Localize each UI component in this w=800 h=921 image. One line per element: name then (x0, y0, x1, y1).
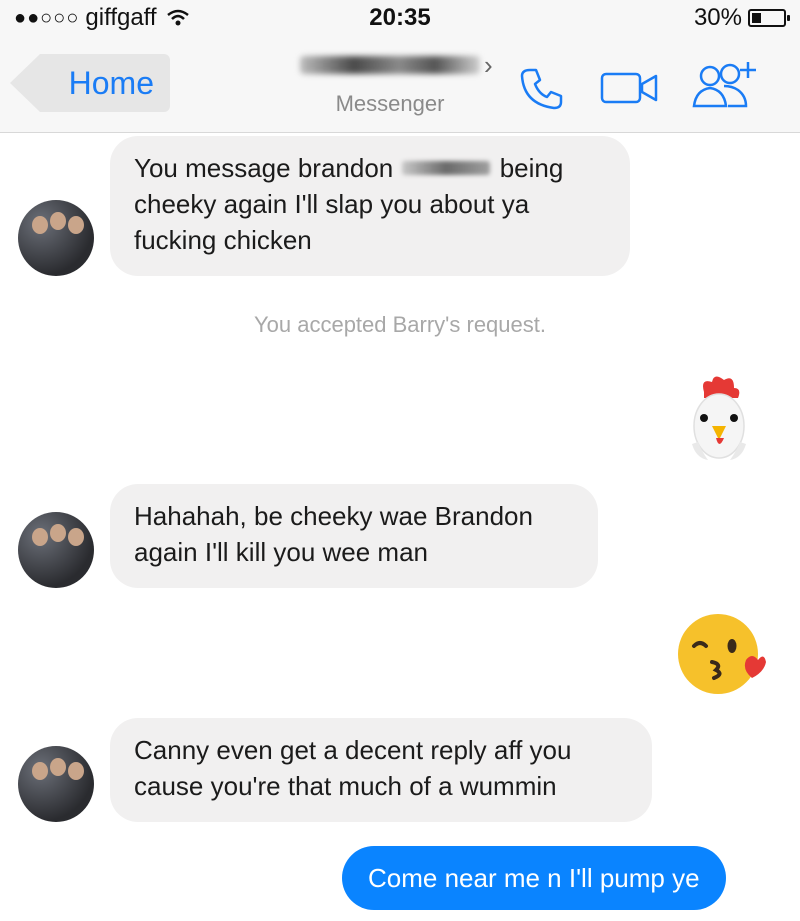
video-icon[interactable] (600, 70, 660, 106)
message-line: cause you're that much of a wummin (134, 771, 557, 801)
incoming-message[interactable]: Canny even get a decent reply aff you ca… (110, 718, 652, 822)
message-text: being (499, 153, 564, 183)
conversation-title[interactable]: Messenger (270, 50, 510, 117)
phone-icon[interactable] (518, 64, 566, 112)
nav-subtitle: Messenger (335, 91, 445, 116)
message-line: again I'll kill you wee man (134, 537, 428, 567)
status-bar: ●●○○○ giffgaff 20:35 30% (0, 0, 800, 38)
battery-percent: 30% (693, 4, 742, 31)
battery-level (752, 13, 761, 23)
battery-icon (748, 9, 790, 27)
nav-bar: Home Messenger › (0, 38, 800, 133)
avatar[interactable] (18, 512, 94, 588)
status-time: 20:35 (369, 4, 431, 31)
chicken-emoji[interactable] (686, 374, 752, 471)
message-line: Canny even get a decent reply aff you (134, 735, 572, 765)
avatar[interactable] (18, 746, 94, 822)
message-line: cheeky again I'll slap you about ya (134, 189, 530, 219)
system-message: You accepted Barry's request. (253, 312, 546, 337)
avatar[interactable] (18, 200, 94, 276)
message-text: You message brandon (134, 153, 394, 183)
message-line: fucking chicken (134, 225, 312, 255)
home-back-button[interactable]: Home (10, 54, 170, 112)
message-line: Hahahah, be cheeky wae Brandon (134, 501, 533, 531)
kissing-wink-emoji[interactable] (676, 612, 768, 701)
contact-name-redacted (300, 56, 480, 74)
message-line: You message brandon being (134, 150, 606, 186)
incoming-message[interactable]: You message brandon being cheeky again I… (110, 136, 630, 276)
chevron-right-icon[interactable]: › (484, 50, 493, 81)
outgoing-message[interactable]: Come near me n I'll pump ye (342, 846, 726, 910)
status-right: 30% (693, 4, 790, 32)
incoming-message[interactable]: Hahahah, be cheeky wae Brandon again I'l… (110, 484, 598, 588)
add-people-icon[interactable] (690, 56, 766, 114)
redacted-name (402, 161, 491, 176)
